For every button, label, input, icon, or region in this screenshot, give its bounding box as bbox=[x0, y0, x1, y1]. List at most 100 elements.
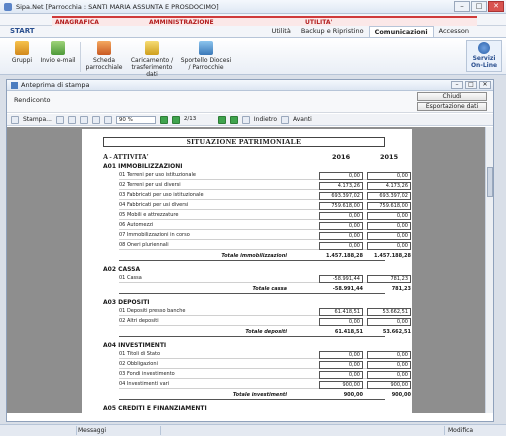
maximize-button[interactable]: □ bbox=[471, 1, 487, 12]
value-2016: 0,00 bbox=[319, 222, 363, 230]
print-preview-window: Anteprima di stampa – □ ✕ Rendiconto Chi… bbox=[6, 79, 494, 422]
context-anagrafica[interactable]: ANAGRAFICA bbox=[52, 16, 146, 26]
document-icon bbox=[97, 41, 111, 55]
value-2016: 0,00 bbox=[319, 212, 363, 220]
report-viewer[interactable]: SITUAZIONE PATRIMONIALE A - ATTIVITA' 20… bbox=[7, 127, 485, 413]
value-2015: 0,00 bbox=[367, 172, 411, 180]
status-mode: Modifica bbox=[448, 427, 474, 434]
report-row: 01 Depositi presso banche 61.418,51 53.662… bbox=[119, 308, 411, 316]
scheda-parrocchiale-button[interactable]: Scheda parrocchiale bbox=[84, 41, 124, 71]
prev-page-icon[interactable] bbox=[171, 115, 180, 124]
ribbon-tab-row: START Utilità Backup e Ripristino Comuni… bbox=[0, 26, 506, 37]
value-2016: 0,00 bbox=[319, 232, 363, 240]
last-page-icon[interactable] bbox=[229, 115, 238, 124]
start-tab[interactable]: START bbox=[10, 27, 35, 35]
row-label: 07 Immobilizzazioni in corso bbox=[119, 232, 190, 238]
total-label: Totale investimenti bbox=[232, 392, 287, 398]
find-icon[interactable] bbox=[67, 115, 76, 124]
zoom-select[interactable]: 90 % bbox=[115, 115, 156, 124]
layout-icon[interactable] bbox=[79, 115, 88, 124]
preview-header: Rendiconto Chiudi Esportazione dati bbox=[7, 91, 493, 113]
email-icon bbox=[51, 41, 65, 55]
total-row: Totale immobilizzazioni 1.457.188,28 1.457… bbox=[119, 252, 411, 261]
next-page-icon[interactable] bbox=[217, 115, 226, 124]
report-title: SITUAZIONE PATRIMONIALE bbox=[103, 137, 385, 147]
value-2016: 0,00 bbox=[319, 371, 363, 379]
tab-accesson[interactable]: Accesson bbox=[434, 26, 474, 37]
row-label: 06 Automezzi bbox=[119, 222, 154, 228]
tab-comunicazioni[interactable]: Comunicazioni bbox=[368, 26, 434, 37]
context-amministrazione[interactable]: AMMINISTRAZIONE bbox=[146, 16, 302, 26]
status-messages: Messaggi bbox=[78, 427, 107, 434]
row-label: 03 Fondi investimento bbox=[119, 371, 175, 377]
preview-maximize-button[interactable]: □ bbox=[465, 81, 477, 89]
total-2016: 61.418,51 bbox=[334, 329, 363, 335]
value-2016: 0,00 bbox=[319, 242, 363, 250]
row-label: 01 Titoli di Stato bbox=[119, 351, 160, 357]
close-button[interactable]: ✕ bbox=[488, 1, 504, 12]
sportello-button[interactable]: Sportello Diocesi / Parrocchie bbox=[180, 41, 232, 71]
print-icon[interactable] bbox=[11, 115, 19, 124]
minimize-button[interactable]: – bbox=[454, 1, 470, 12]
preview-titlebar: Anteprima di stampa – □ ✕ bbox=[7, 80, 493, 91]
zoom-out-icon[interactable] bbox=[91, 115, 100, 124]
total-2016: 900,00 bbox=[343, 392, 363, 398]
value-2016: 4.173,26 bbox=[319, 182, 363, 190]
tab-backup[interactable]: Backup e Ripristino bbox=[296, 26, 369, 37]
servizi-online-button[interactable]: Servizi On-Line bbox=[466, 40, 502, 72]
report-row: 04 Fabbricati per usi diversi 759.618,00 7… bbox=[119, 202, 411, 210]
caricamento-button[interactable]: Caricamento / trasferimento dati bbox=[126, 41, 178, 78]
total-row: Totale depositi 61.418,51 53.662,51 bbox=[119, 328, 411, 337]
preview-minimize-button[interactable]: – bbox=[451, 81, 463, 89]
gruppi-button[interactable]: Gruppi bbox=[8, 41, 36, 64]
value-2015: 0,00 bbox=[367, 371, 411, 379]
report-row: 07 Immobilizzazioni in corso 0,00 0,00 bbox=[119, 232, 411, 240]
context-utilita[interactable]: UTILITA' bbox=[302, 16, 477, 26]
back-button[interactable]: Indietro bbox=[254, 116, 277, 123]
copy-icon[interactable] bbox=[55, 115, 64, 124]
row-label: 05 Mobili e attrezzature bbox=[119, 212, 179, 218]
report-row: 01 Titoli di Stato 0,00 0,00 bbox=[119, 351, 411, 359]
total-2015: 900,00 bbox=[391, 392, 411, 398]
row-label: 02 Terreni per usi diversi bbox=[119, 182, 181, 188]
group-heading: A03 DEPOSITI bbox=[103, 299, 150, 306]
value-2015: 0,00 bbox=[367, 222, 411, 230]
value-2015: 0,00 bbox=[367, 232, 411, 240]
report-row: 04 Investimenti vari 900,00 900,00 bbox=[119, 381, 411, 389]
vertical-scrollbar[interactable] bbox=[485, 127, 493, 413]
total-row: Totale cassa -58.991,44 781,23 bbox=[119, 285, 411, 294]
ribbon: Gruppi Invio e-mail Scheda parrocchiale … bbox=[0, 37, 506, 78]
first-page-icon[interactable] bbox=[159, 115, 168, 124]
chiudi-button[interactable]: Chiudi bbox=[417, 92, 487, 101]
value-2016: 900,00 bbox=[319, 381, 363, 389]
total-label: Totale immobilizzazioni bbox=[221, 253, 287, 259]
total-label: Totale depositi bbox=[245, 329, 287, 335]
row-label: 03 Fabbricati per uso istituzionale bbox=[119, 192, 204, 198]
tab-utilita[interactable]: Utilità bbox=[267, 26, 296, 37]
window-title: Sipa.Net [Parrocchia : SANTI MARIA ASSUN… bbox=[16, 2, 219, 11]
value-2015: 4.173,26 bbox=[367, 182, 411, 190]
zoom-in-icon[interactable] bbox=[103, 115, 112, 124]
year-2016-header: 2016 bbox=[332, 153, 351, 161]
row-label: 08 Oneri pluriennali bbox=[119, 242, 169, 248]
forward-button[interactable]: Avanti bbox=[293, 116, 312, 123]
value-2015: 0,00 bbox=[367, 351, 411, 359]
group-heading: A02 CASSA bbox=[103, 266, 141, 273]
report-row: 08 Oneri pluriennali 0,00 0,00 bbox=[119, 242, 411, 250]
esportazione-button[interactable]: Esportazione dati bbox=[417, 102, 487, 111]
invio-email-button[interactable]: Invio e-mail bbox=[40, 41, 76, 64]
back-icon[interactable] bbox=[241, 115, 250, 124]
page-indicator[interactable]: 2/13 bbox=[184, 116, 214, 124]
value-2016: 693.397,02 bbox=[319, 192, 363, 200]
report-row: 06 Automezzi 0,00 0,00 bbox=[119, 222, 411, 230]
report-name: Rendiconto bbox=[14, 96, 51, 104]
total-2015: 1.457.188,28 bbox=[373, 253, 411, 259]
row-label: 02 Obbligazioni bbox=[119, 361, 158, 367]
forward-icon[interactable] bbox=[281, 115, 289, 124]
group-heading: A01 IMMOBILIZZAZIONI bbox=[103, 163, 183, 170]
scroll-thumb[interactable] bbox=[487, 167, 493, 197]
print-button[interactable]: Stampa... bbox=[23, 116, 52, 123]
value-2015: 900,00 bbox=[367, 381, 411, 389]
preview-close-button[interactable]: ✕ bbox=[479, 81, 491, 89]
report-row: 03 Fabbricati per uso istituzionale 693.3… bbox=[119, 192, 411, 200]
